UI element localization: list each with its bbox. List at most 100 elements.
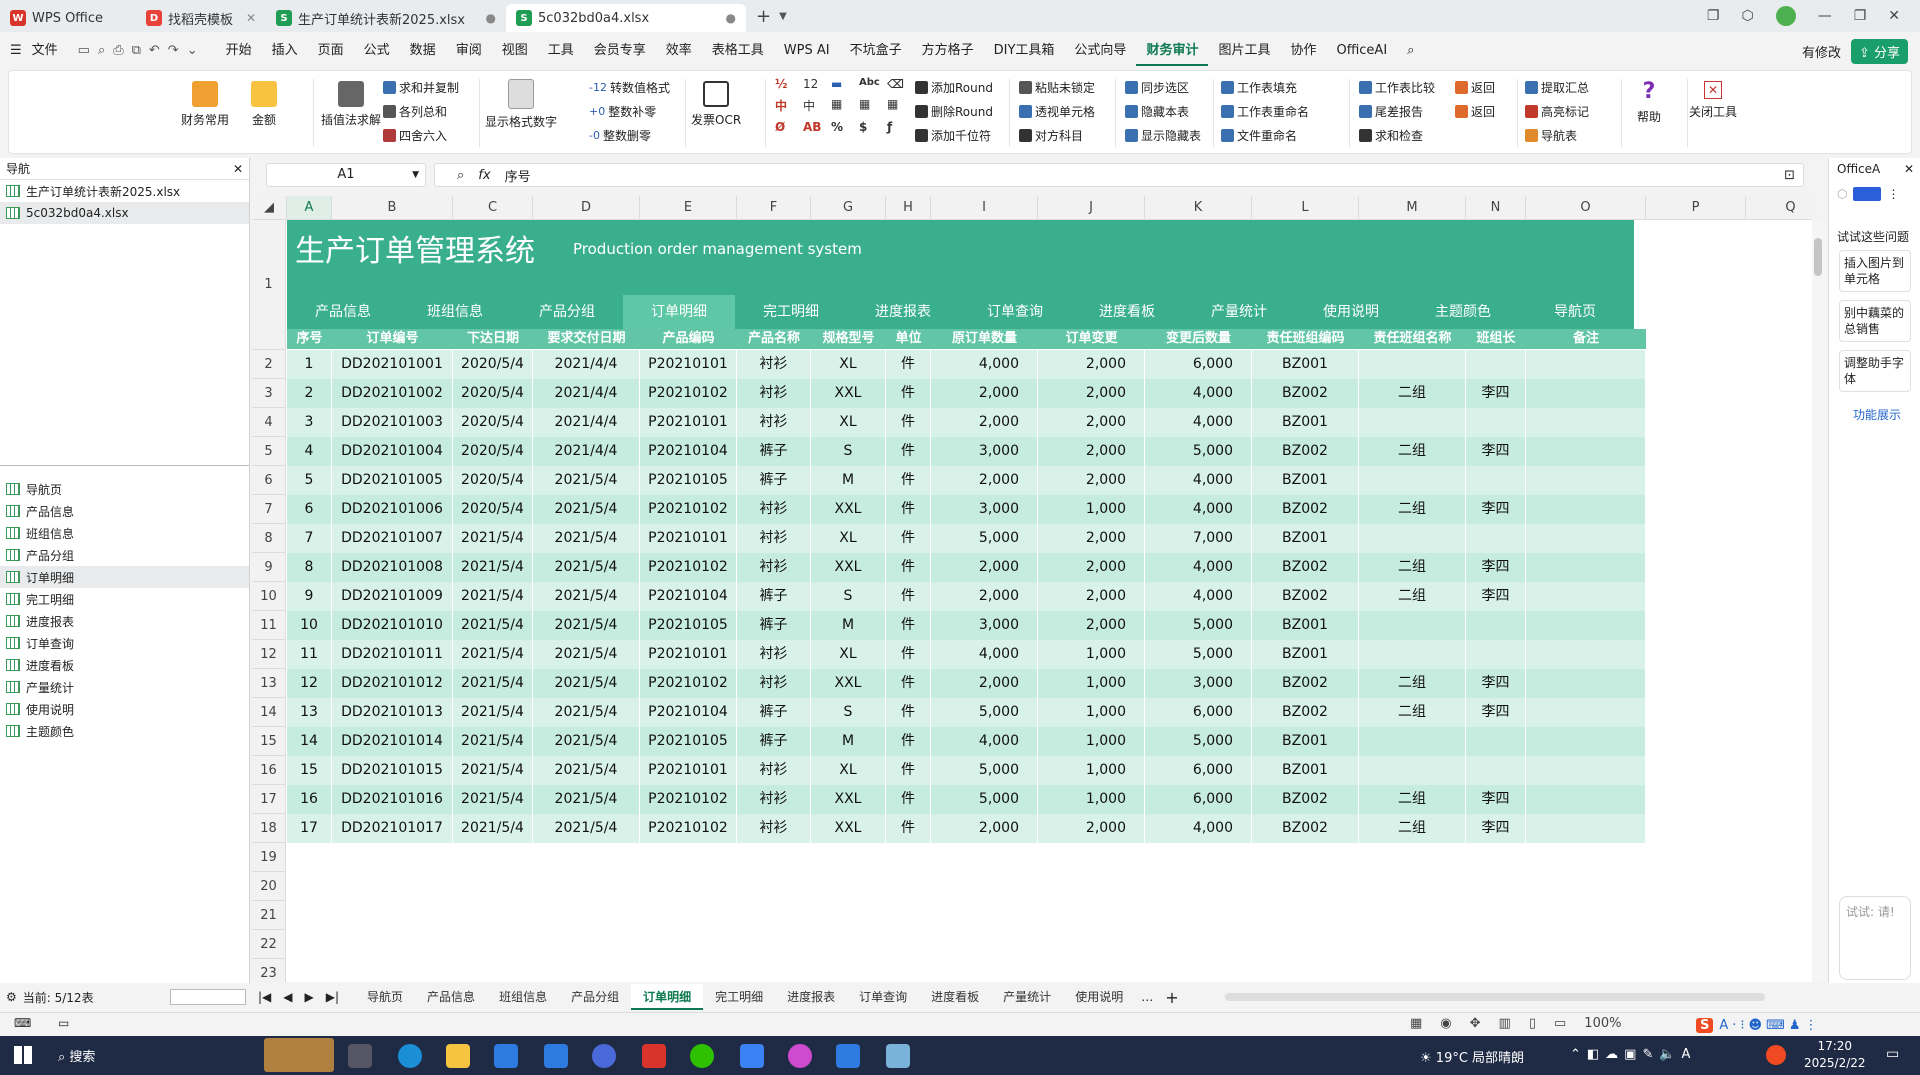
- ribbon-button[interactable]: 求和并复制: [383, 79, 459, 96]
- table-cell[interactable]: 裤子: [737, 437, 811, 466]
- nav-sheet-item[interactable]: 订单查询: [0, 632, 249, 654]
- table-cell[interactable]: 裤子: [737, 698, 811, 727]
- table-cell[interactable]: 1,000: [1038, 640, 1145, 669]
- table-cell[interactable]: P20210101: [640, 408, 737, 437]
- table-cell[interactable]: M: [811, 611, 886, 640]
- weather[interactable]: ☀ 19°C 局部晴朗: [1420, 1047, 1524, 1066]
- eraser-icon[interactable]: ⌫: [887, 77, 909, 91]
- normal-view-icon[interactable]: ▥: [1499, 1016, 1511, 1031]
- ribbon-button[interactable]: 粘贴未锁定: [1019, 79, 1095, 96]
- table-cell[interactable]: 9: [287, 582, 332, 611]
- table-cell[interactable]: 2,000: [931, 582, 1038, 611]
- table-cell[interactable]: 2020/5/4: [453, 437, 533, 466]
- banner-nav-button[interactable]: 订单查询: [959, 295, 1071, 329]
- last-sheet-icon[interactable]: ▶|: [320, 990, 345, 1004]
- center-icon[interactable]: ✥: [1470, 1016, 1481, 1031]
- table-cell[interactable]: 2021/4/4: [533, 408, 640, 437]
- table-cell[interactable]: [1526, 466, 1646, 495]
- feature-link[interactable]: 功能展示: [1853, 406, 1901, 423]
- column-header[interactable]: L: [1252, 196, 1359, 220]
- dash-icon[interactable]: ▬: [831, 77, 853, 91]
- table-cell[interactable]: 2,000: [1038, 408, 1145, 437]
- finance-common-button[interactable]: 财务常用: [181, 81, 229, 128]
- table-cell[interactable]: S: [811, 437, 886, 466]
- table-cell[interactable]: 6,000: [1145, 350, 1252, 379]
- table-cell[interactable]: DD202101007: [332, 524, 453, 553]
- table-cell[interactable]: 2021/5/4: [453, 785, 533, 814]
- table-cell[interactable]: 衬衫: [737, 553, 811, 582]
- table-cell[interactable]: 二组: [1359, 582, 1466, 611]
- menu-item[interactable]: 效率: [656, 36, 702, 66]
- table-cell[interactable]: XXL: [811, 814, 886, 843]
- table-cell[interactable]: [1466, 524, 1526, 553]
- table-cell[interactable]: [1526, 524, 1646, 553]
- sheet-tab[interactable]: 进度报表: [775, 984, 847, 1010]
- ribbon-button[interactable]: 各列总和: [383, 103, 447, 120]
- table-cell[interactable]: DD202101013: [332, 698, 453, 727]
- table-cell[interactable]: 2020/5/4: [453, 495, 533, 524]
- folder-icon[interactable]: [446, 1044, 470, 1068]
- table-cell[interactable]: BZ002: [1252, 814, 1359, 843]
- table-cell[interactable]: DD202101017: [332, 814, 453, 843]
- table-cell[interactable]: BZ001: [1252, 524, 1359, 553]
- sheet-tab[interactable]: 进度看板: [919, 984, 991, 1010]
- table-cell[interactable]: 2,000: [1038, 350, 1145, 379]
- table-cell[interactable]: 2020/5/4: [453, 408, 533, 437]
- table-cell[interactable]: 2021/5/4: [453, 553, 533, 582]
- table-cell[interactable]: 3,000: [1145, 669, 1252, 698]
- banner-nav-button[interactable]: 完工明细: [735, 295, 847, 329]
- column-header[interactable]: G: [811, 196, 886, 220]
- maximize-icon[interactable]: ❐: [1854, 8, 1867, 24]
- percent-icon[interactable]: %: [831, 120, 853, 134]
- table-cell[interactable]: 4,000: [1145, 582, 1252, 611]
- ribbon-button[interactable]: 工作表比较: [1359, 79, 1435, 96]
- column-header[interactable]: F: [737, 196, 811, 220]
- grid-icon[interactable]: ▦: [887, 97, 909, 114]
- more-icon[interactable]: ⋮: [1887, 187, 1899, 201]
- table-cell[interactable]: [1466, 611, 1526, 640]
- table-cell[interactable]: XXL: [811, 553, 886, 582]
- table-cell[interactable]: [1526, 379, 1646, 408]
- table-cell[interactable]: [1466, 640, 1526, 669]
- table-cell[interactable]: [1526, 698, 1646, 727]
- table-cell[interactable]: [1359, 756, 1466, 785]
- menu-item[interactable]: 公式向导: [1064, 36, 1136, 66]
- table-cell[interactable]: 6,000: [1145, 785, 1252, 814]
- wps-taskbar-icon[interactable]: [642, 1044, 666, 1068]
- menu-item[interactable]: 方方格子: [912, 36, 984, 66]
- edge-icon[interactable]: [398, 1044, 422, 1068]
- table-cell[interactable]: 2,000: [1038, 466, 1145, 495]
- table-cell[interactable]: DD202101005: [332, 466, 453, 495]
- table-cell[interactable]: 李四: [1466, 379, 1526, 408]
- table-cell[interactable]: [1359, 640, 1466, 669]
- table-cell[interactable]: 2,000: [1038, 582, 1145, 611]
- column-header[interactable]: K: [1145, 196, 1252, 220]
- table-cell[interactable]: BZ002: [1252, 785, 1359, 814]
- cn-icon[interactable]: 中: [803, 97, 825, 114]
- table-cell[interactable]: 2,000: [931, 814, 1038, 843]
- menu-item[interactable]: 视图: [492, 36, 538, 66]
- table-cell[interactable]: 件: [886, 437, 931, 466]
- table-cell[interactable]: 李四: [1466, 582, 1526, 611]
- table-cell[interactable]: 2021/5/4: [533, 524, 640, 553]
- ai-input[interactable]: 试试: 请!: [1839, 896, 1911, 980]
- sheet-tab[interactable]: 完工明细: [703, 984, 775, 1010]
- minimize-icon[interactable]: —: [1818, 8, 1832, 24]
- table-cell[interactable]: 4: [287, 437, 332, 466]
- table-cell[interactable]: 2021/5/4: [533, 611, 640, 640]
- table-cell[interactable]: 衬衫: [737, 785, 811, 814]
- ribbon-button[interactable]: 显示隐藏表: [1125, 127, 1201, 144]
- table-cell[interactable]: 2,000: [931, 669, 1038, 698]
- table-cell[interactable]: 1,000: [1038, 669, 1145, 698]
- banner-nav-button[interactable]: 产量统计: [1183, 295, 1295, 329]
- return-button[interactable]: 返回: [1455, 103, 1495, 120]
- table-cell[interactable]: 1,000: [1038, 727, 1145, 756]
- table-cell[interactable]: BZ001: [1252, 350, 1359, 379]
- more-tabs-icon[interactable]: …: [1135, 990, 1159, 1004]
- table-cell[interactable]: 7,000: [1145, 524, 1252, 553]
- table-cell[interactable]: M: [811, 466, 886, 495]
- table-cell[interactable]: 5,000: [1145, 437, 1252, 466]
- table-cell[interactable]: 2021/5/4: [453, 524, 533, 553]
- table-cell[interactable]: BZ002: [1252, 698, 1359, 727]
- close-icon[interactable]: ✕: [246, 11, 256, 25]
